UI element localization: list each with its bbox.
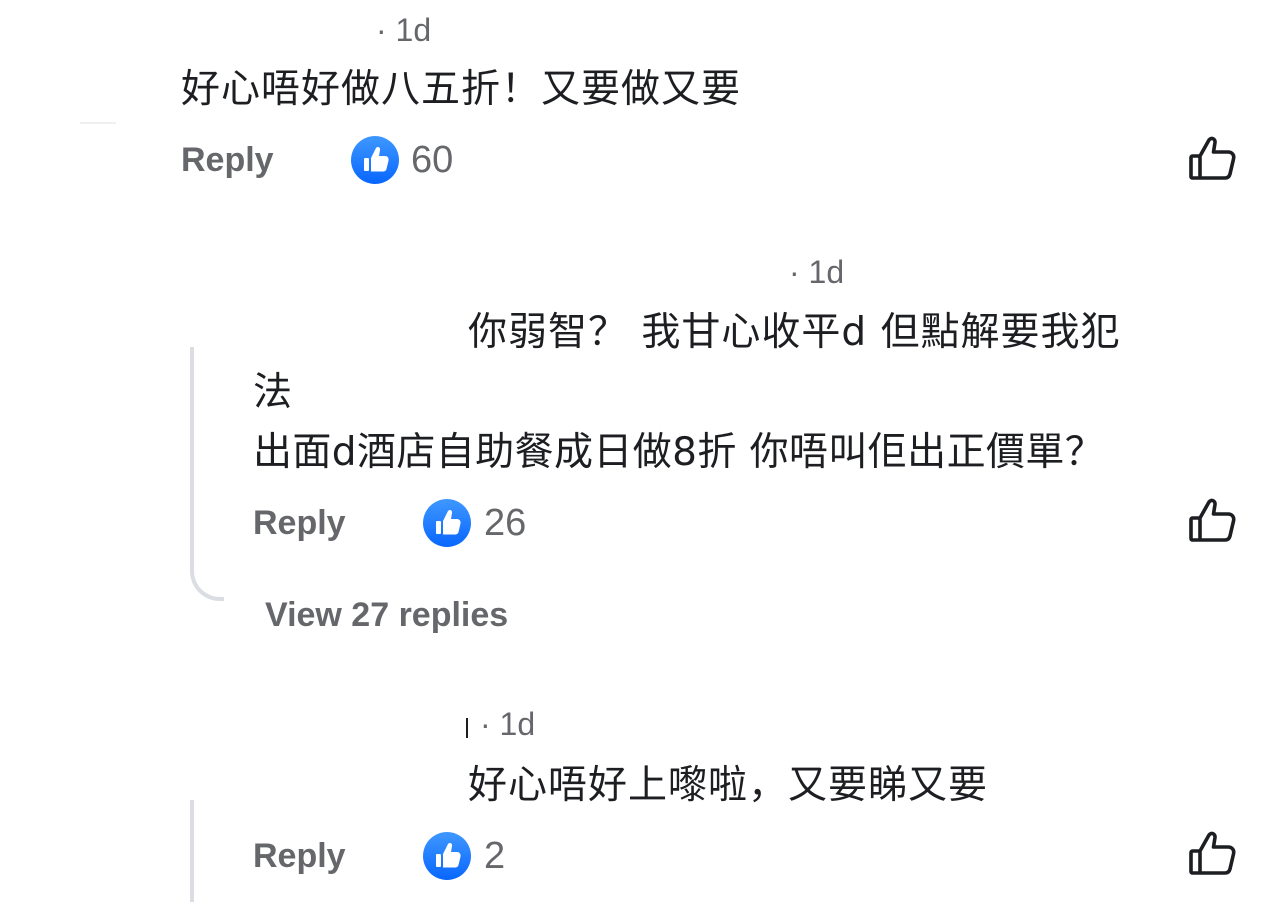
comment-text-line: 好心唔好上嚟啦，又要睇又要 bbox=[468, 763, 989, 808]
comment-text-line: 出面d酒店自助餐成日做8折 你唔叫佢出正價單？ bbox=[253, 430, 1105, 475]
avatar-placeholder bbox=[80, 122, 116, 124]
like-reaction-icon bbox=[351, 136, 399, 184]
comment-text-line: 法 bbox=[253, 370, 294, 415]
like-reaction-icon bbox=[423, 499, 471, 547]
name-placeholder bbox=[466, 718, 468, 738]
like-count: 60 bbox=[411, 139, 454, 181]
thumbs-up-icon[interactable] bbox=[1187, 134, 1239, 186]
comment-timestamp: · 1d bbox=[376, 12, 432, 48]
comment-text-line: 好心唔好做八五折！又要做又要 bbox=[181, 67, 742, 112]
thread-connector-line bbox=[190, 800, 194, 902]
reply-button[interactable]: Reply bbox=[253, 506, 346, 540]
view-replies-link[interactable]: View 27 replies bbox=[265, 598, 508, 632]
like-count: 2 bbox=[484, 835, 506, 877]
comment-timestamp: · 1d bbox=[789, 254, 845, 290]
reply-button[interactable]: Reply bbox=[181, 143, 274, 177]
thread-connector-line bbox=[190, 347, 224, 601]
comment-timestamp: · 1d bbox=[480, 706, 536, 742]
reply-button[interactable]: Reply bbox=[253, 839, 346, 873]
thumbs-up-icon[interactable] bbox=[1187, 829, 1239, 881]
like-reaction-icon bbox=[423, 832, 471, 880]
comment-text-line: 你弱智？ 我甘心收平d 但點解要我犯 bbox=[468, 310, 1121, 355]
like-count: 26 bbox=[484, 502, 527, 544]
thumbs-up-icon[interactable] bbox=[1187, 496, 1239, 548]
